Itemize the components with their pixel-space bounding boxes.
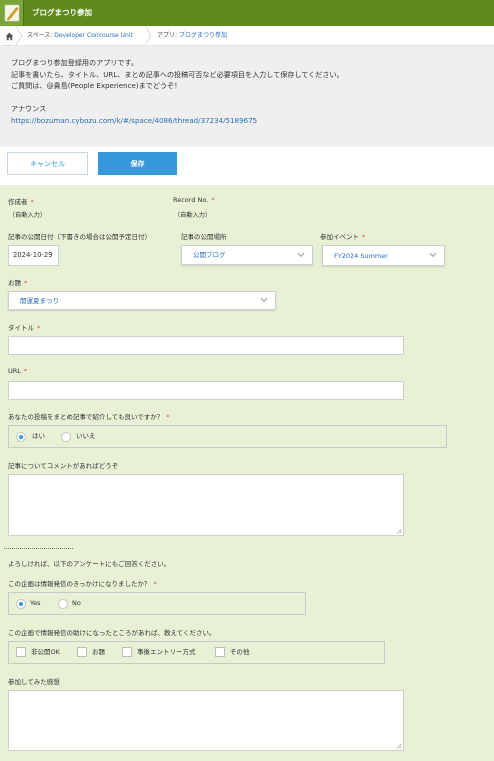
record-no-value: （自動入力） <box>174 212 212 219</box>
app-description: ブログまつり参加登録用のアプリです。 記事を書いたら、タイトル、URL、まとめ記… <box>0 46 494 147</box>
topic-value: 開運夏まつり <box>20 297 59 305</box>
title-label: タイトル * <box>8 324 41 332</box>
impression-label: 参加してみた感想 <box>8 678 60 686</box>
description-line: ご質問は、@貴島(People Experience)までどうぞ！ <box>11 81 182 90</box>
breadcrumb-app-link[interactable]: ブログまつり参加 <box>179 32 227 39</box>
topic-label: お題 * <box>8 279 28 287</box>
radio-trigger-no[interactable] <box>58 599 68 609</box>
url-label: URL * <box>8 367 28 375</box>
author-label: 作成者 * <box>8 198 34 206</box>
description-line: ブログまつり参加登録用のアプリです。 <box>11 58 138 67</box>
pencil-icon <box>0 0 24 26</box>
event-value: FY2024 Summer <box>334 252 388 260</box>
checkbox-other-label[interactable]: その他 <box>230 642 250 663</box>
radio-no-label[interactable]: いいえ <box>76 426 96 447</box>
description-line: 記事を書いたら、タイトル、URL、まとめ記事への投稿可否など必要項目を入力して保… <box>11 69 344 79</box>
resize-handle-icon[interactable] <box>396 743 402 749</box>
impression-textarea[interactable] <box>8 690 404 751</box>
comment-textarea[interactable] <box>8 474 404 536</box>
checkbox-private-ok-label[interactable]: 非公開OK <box>31 642 60 663</box>
home-icon[interactable] <box>5 32 14 41</box>
chevron-down-icon <box>297 252 305 258</box>
radio-yes-label[interactable]: はい <box>32 426 45 447</box>
breadcrumb-space-link[interactable]: Developer Concourse Unit <box>54 32 133 39</box>
chevron-down-icon <box>429 252 437 258</box>
checkbox-post-entry[interactable] <box>122 647 132 657</box>
announce-link[interactable]: https://bozuman.cybozu.com/k/#/space/408… <box>11 116 257 125</box>
checkbox-private-ok[interactable] <box>16 647 26 657</box>
publish-place-value: 公開ブログ <box>193 251 226 259</box>
event-select[interactable]: FY2024 Summer <box>322 245 445 266</box>
breadcrumb-separator <box>15 26 23 45</box>
roundup-radio-group: はい いいえ <box>8 425 447 448</box>
checkbox-post-entry-label[interactable]: 事後エントリー方式 <box>137 642 196 663</box>
helpful-checkbox-group: 非公開OK お題 事後エントリー方式 その他 <box>8 641 385 664</box>
resize-handle-icon[interactable] <box>396 528 402 534</box>
publish-date-value: 2024-10-29 <box>13 251 53 259</box>
section-divider <box>4 548 73 549</box>
publish-date-input[interactable]: 2024-10-29 <box>8 245 59 266</box>
checkbox-topic[interactable] <box>77 647 87 657</box>
checkbox-other[interactable] <box>215 647 225 657</box>
breadcrumb-space[interactable]: スペース: Developer Concourse Unit <box>27 26 133 45</box>
checkbox-topic-label[interactable]: お題 <box>92 642 105 663</box>
cancel-button[interactable]: キャンセル <box>7 152 88 175</box>
trigger-radio-group: Yes No <box>8 592 306 615</box>
breadcrumb-space-prefix: スペース: <box>27 32 55 39</box>
author-value: （自動入力） <box>9 212 47 219</box>
publish-place-label: 記事の公開場所 <box>181 233 227 241</box>
title-input[interactable] <box>8 336 404 355</box>
event-label: 参加イベント * <box>320 233 366 241</box>
url-input[interactable] <box>8 381 404 400</box>
radio-trigger-yes-label[interactable]: Yes <box>30 593 41 614</box>
roundup-label: あなたの投稿をまとめ記事で紹介しても良いですか？ * <box>8 413 170 421</box>
survey-intro: よろしければ、以下のアンケートにもご回答ください。 <box>8 560 171 568</box>
app-title: ブログまつり参加 <box>32 8 92 17</box>
save-button[interactable]: 保存 <box>98 152 177 175</box>
topic-select[interactable]: 開運夏まつり <box>8 291 276 310</box>
breadcrumb-app[interactable]: アプリ: ブログまつり参加 <box>157 26 227 45</box>
chevron-down-icon <box>260 297 268 303</box>
radio-no[interactable] <box>61 432 71 442</box>
radio-trigger-no-label[interactable]: No <box>72 593 81 614</box>
breadcrumb-separator <box>144 26 152 45</box>
trigger-label: この企画は情報発信のきっかけになりましたか？ * <box>8 580 157 588</box>
radio-trigger-yes[interactable] <box>16 599 26 609</box>
radio-yes[interactable] <box>16 432 26 442</box>
publish-date-label: 記事の公開日付（下書きの場合は公開予定日付） <box>8 233 151 241</box>
comment-label: 記事についてコメントがあればどうぞ <box>8 462 119 470</box>
record-no-label: Record No. * <box>173 196 215 204</box>
announce-label: アナウンス <box>11 104 47 113</box>
publish-place-select[interactable]: 公開ブログ <box>181 245 313 265</box>
breadcrumb-app-prefix: アプリ: <box>157 32 179 39</box>
helpful-label: この企画で情報発信の助けになったところがあれば、教えてください。 <box>8 629 216 637</box>
